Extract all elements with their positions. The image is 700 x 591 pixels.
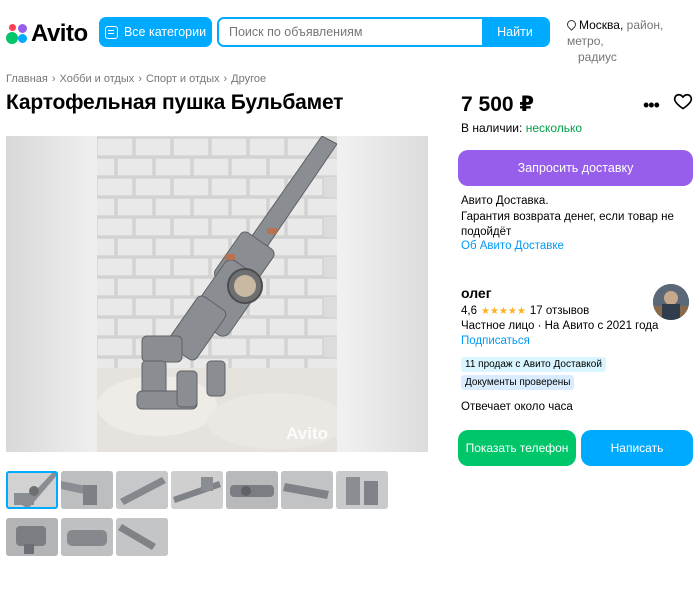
star-icon: ★★★★★ — [481, 305, 526, 317]
write-message-button[interactable]: Написать — [581, 430, 693, 466]
thumbnail-5[interactable] — [226, 471, 278, 509]
thumbnail-strip — [6, 471, 396, 556]
thumbnail-4[interactable] — [171, 471, 223, 509]
breadcrumb: Главная › Хобби и отдых › Спорт и отдых › Д… — [6, 73, 266, 85]
delivery-info: Авито Доставка. Гарантия возврата денег,… — [461, 194, 676, 241]
show-phone-button[interactable]: Показать телефон — [458, 430, 576, 466]
breadcrumb-separator: › — [51, 73, 56, 85]
avatar[interactable] — [653, 284, 689, 320]
stock-value: несколько — [525, 121, 583, 135]
heart-icon[interactable] — [673, 91, 693, 111]
search-input[interactable] — [219, 19, 482, 45]
location-selector[interactable]: Москва, район, метро, радиус — [565, 17, 697, 65]
delivery-line-1: Авито Доставка. — [461, 195, 549, 207]
thumbnail-7[interactable] — [336, 471, 388, 509]
thumbnail-9[interactable] — [61, 518, 113, 556]
breadcrumb-item[interactable]: Другое — [231, 73, 266, 85]
breadcrumb-item[interactable]: Главная — [6, 73, 48, 85]
location-city: Москва, — [579, 18, 624, 32]
logo-text: Avito — [31, 20, 88, 47]
reply-time: Отвечает около часа — [461, 401, 573, 413]
avito-logo[interactable]: Avito — [6, 20, 88, 48]
breadcrumb-item[interactable]: Хобби и отдых — [60, 73, 135, 85]
seller-rating[interactable]: 4,6 ★★★★★ 17 отзывов — [461, 305, 589, 317]
stock-label: В наличии: — [461, 121, 523, 135]
product-photo — [97, 136, 337, 452]
thumbnail-6[interactable] — [281, 471, 333, 509]
location-pin-icon — [565, 18, 578, 31]
about-delivery-link[interactable]: Об Авито Доставке — [461, 240, 564, 252]
subscribe-link[interactable]: Подписаться — [461, 335, 530, 347]
thumbnail-1[interactable] — [6, 471, 58, 509]
main-photo[interactable]: Avito — [6, 136, 428, 452]
page-title: Картофельная пушка Бульбамет — [6, 91, 344, 114]
rating-value: 4,6 — [461, 305, 477, 317]
reviews-count: 17 отзывов — [529, 305, 590, 317]
delivery-sales-badge: 11 продаж с Авито Доставкой — [461, 357, 606, 372]
price: 7 500 ₽ — [461, 93, 534, 116]
seller-name[interactable]: олег — [461, 285, 492, 301]
thumbnail-2[interactable] — [61, 471, 113, 509]
all-categories-button[interactable]: Все категории — [99, 17, 212, 47]
thumbnail-3[interactable] — [116, 471, 168, 509]
breadcrumb-separator: › — [223, 73, 228, 85]
breadcrumb-separator: › — [138, 73, 142, 85]
thumbnail-8[interactable] — [6, 518, 58, 556]
breadcrumb-item[interactable]: Спорт и отдых — [146, 73, 220, 85]
categories-icon — [104, 25, 118, 39]
avito-logo-icon — [6, 23, 28, 45]
stock-status: В наличии: несколько — [461, 121, 582, 135]
all-categories-label: Все категории — [123, 25, 207, 39]
search-button[interactable]: Найти — [482, 19, 548, 45]
request-delivery-button[interactable]: Запросить доставку — [458, 150, 693, 186]
delivery-line-2: Гарантия возврата денег, если товар не п… — [461, 210, 674, 239]
more-icon[interactable]: ••• — [643, 95, 660, 116]
thumbnail-10[interactable] — [116, 518, 168, 556]
documents-verified-badge: Документы проверены — [461, 375, 575, 390]
seller-type: Частное лицо · На Авито с 2021 года — [461, 320, 659, 332]
search-bar: Найти — [217, 17, 550, 47]
avito-watermark: Avito — [286, 424, 328, 443]
location-radius: радиус — [578, 50, 617, 64]
